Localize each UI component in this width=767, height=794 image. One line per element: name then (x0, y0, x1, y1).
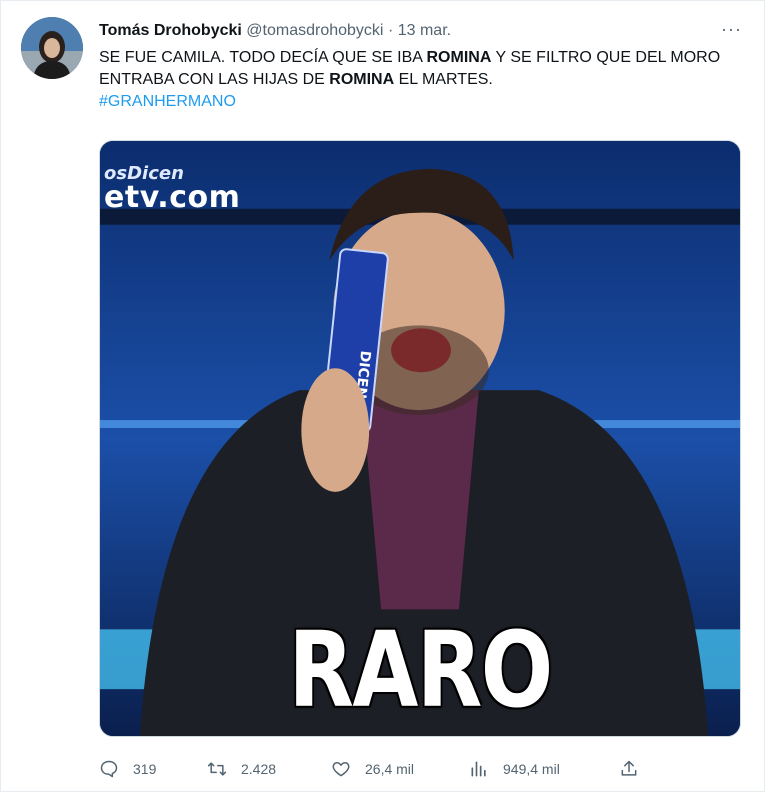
like-button[interactable]: 26,4 mil (331, 759, 414, 779)
views-count: 949,4 mil (503, 761, 560, 777)
heart-icon (332, 762, 350, 777)
reply-icon (100, 760, 118, 778)
retweet-icon (207, 762, 227, 776)
tweet-card[interactable]: Tomás Drohobycki @tomasdrohobycki · 13 m… (0, 0, 765, 792)
retweet-count: 2.428 (241, 761, 277, 777)
tweet-text-part: SE FUE CAMILA. TODO DECÍA QUE SE IBA (99, 49, 427, 66)
tweet-text-bold: ROMINA (426, 49, 492, 66)
tweet-media-image[interactable]: DICEN osDicen etv.com RARO (99, 140, 741, 737)
meme-caption: RARO (288, 609, 553, 731)
tweet-text: SE FUE CAMILA. TODO DECÍA QUE SE IBA ROM… (99, 47, 739, 113)
tweet-date[interactable]: 13 mar. (398, 22, 451, 39)
author-name[interactable]: Tomás Drohobycki (99, 22, 242, 39)
share-icon (621, 760, 637, 776)
watermark-bottom: etv.com (104, 180, 241, 215)
tweet-text-bold: ROMINA (329, 71, 395, 88)
author-handle[interactable]: @tomasdrohobycki (246, 22, 383, 39)
avatar[interactable] (21, 17, 83, 79)
reply-count: 319 (133, 761, 157, 777)
watermark-logo: osDicen etv.com (104, 165, 240, 213)
tweet-text-part: EL MARTES. (394, 71, 493, 88)
views-button[interactable]: 949,4 mil (469, 759, 560, 779)
more-options-icon[interactable]: ··· (721, 19, 742, 40)
retweet-button[interactable]: 2.428 (207, 759, 276, 779)
avatar-image (21, 17, 83, 79)
tweet-header: Tomás Drohobycki @tomasdrohobycki · 13 m… (99, 21, 451, 41)
tweet-actions: 319 2.428 26,4 mil 949,4 mil (99, 759, 659, 785)
reply-button[interactable]: 319 (99, 759, 156, 779)
like-count: 26,4 mil (365, 761, 415, 777)
share-button[interactable] (619, 759, 653, 779)
views-bar-chart-icon (471, 761, 486, 777)
separator-dot: · (387, 22, 394, 39)
hashtag-link[interactable]: #GRANHERMANO (99, 93, 236, 110)
